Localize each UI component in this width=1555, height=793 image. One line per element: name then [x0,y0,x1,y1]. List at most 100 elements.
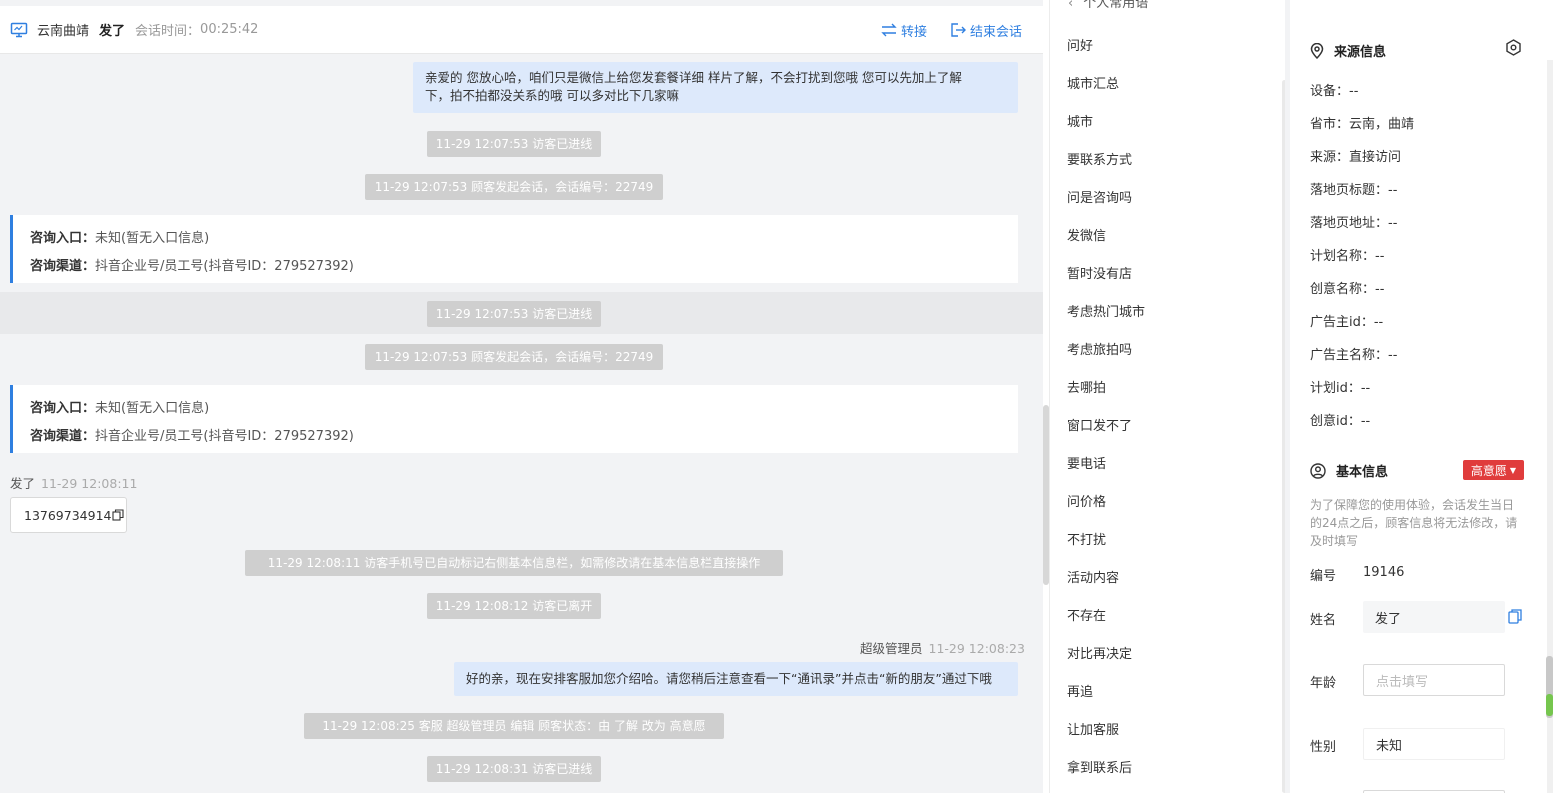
copy-icon[interactable] [112,509,125,521]
hexagon-settings-icon[interactable] [1505,39,1522,60]
location-pin-icon [1310,42,1324,59]
age-field[interactable]: 点击填写 [1363,664,1505,696]
message-line: 下，拍不拍都没关系的哦 可以多对比下几家嘛 [425,88,679,103]
chat-header: 云南曲靖 发了 会话时间： 00:25:42 转接 结束会话 [0,6,1043,54]
system-message: 11-29 12:08:25 客服 超级管理员 编辑 顾客状态：由 了解 改为 … [304,713,724,739]
phrase-item[interactable]: 问好 [1067,35,1093,54]
sender-name: 超级管理员 [860,641,923,656]
phrase-group-header[interactable]: ‹ 个人常用语 [1068,0,1148,11]
consult-entry-label: 咨询入口： [30,231,96,246]
phrase-item[interactable]: 要电话 [1067,453,1106,472]
source-creative-id: 创意id：-- [1310,414,1371,429]
phrase-item[interactable]: 再追 [1067,681,1093,700]
phrase-item[interactable]: 让加客服 [1067,719,1119,738]
message-line: 亲爱的 您放心哈，咱们只是微信上给您发套餐详细 样片了解，不会打扰到您哦 您可以… [425,70,962,85]
name-field[interactable]: 发了 [1363,601,1505,633]
transfer-icon [881,23,897,37]
name-label: 姓名 [1310,613,1337,628]
source-province: 省市：云南，曲靖 [1310,117,1415,132]
phrase-group-title: 个人常用语 [1083,0,1149,11]
transfer-button[interactable]: 转接 [881,6,927,54]
sender-name: 发了 [10,476,36,491]
visitor-location: 云南曲靖 [37,24,90,39]
phrase-item[interactable]: 要联系方式 [1067,149,1132,168]
phrase-item[interactable]: 问价格 [1067,491,1106,510]
system-message: 11-29 12:08:11 访客手机号已自动标记右侧基本信息栏，如需修改请在基… [245,550,783,576]
phone-number: 13769734914 [24,507,112,523]
system-message: 11-29 12:08:31 访客已进线 [427,756,601,782]
monitor-icon [10,21,28,39]
source-landing-url: 落地页地址：-- [1310,216,1398,231]
scroll-indicator [1546,694,1553,716]
sender-time: 11-29 12:08:23 [928,641,1025,656]
transfer-label: 转接 [901,24,928,40]
phrase-item[interactable]: 窗口发不了 [1067,415,1132,434]
agent-sender: 超级管理员 11-29 12:08:23 [860,638,1025,657]
caret-down-icon: ▼ [1509,465,1517,475]
gender-select[interactable]: 未知 [1363,728,1505,760]
quick-phrase-pane: ‹ 个人常用语 问好 城市汇总 城市 要联系方式 问是咨询吗 发微信 暂时没有店 … [1049,0,1285,793]
source-plan-id: 计划id：-- [1310,381,1371,396]
visitor-name: 发了 [99,24,126,39]
system-message: 11-29 12:07:53 顾客发起会话，会话编号：22749 [365,344,663,370]
section-title: 基本信息 [1336,465,1389,480]
phrase-item[interactable]: 不存在 [1067,605,1106,624]
phrase-item[interactable]: 拿到联系后 [1067,757,1132,776]
copy-icon[interactable] [1508,609,1522,628]
visitor-sender: 发了 11-29 12:08:11 [10,473,137,492]
visitor-info-pane: 来源信息 设备：-- 省市：云南，曲靖 来源：直接访问 落地页标题：-- 落地页… [1290,0,1555,793]
consult-channel-label: 咨询渠道： [30,429,96,444]
consult-channel-value: 抖音企业号/员工号(抖音号ID：279527392) [95,429,354,444]
basic-info-title: 基本信息 [1310,461,1388,480]
chevron-left-icon: ‹ [1068,0,1074,11]
end-session-label: 结束会话 [970,24,1023,40]
phrase-item[interactable]: 去哪拍 [1067,377,1106,396]
consult-entry-row: 咨询入口：未知(暂无入口信息) [30,225,1018,253]
consult-channel-row: 咨询渠道：抖音企业号/员工号(抖音号ID：279527392) [30,423,1018,451]
chat-pane: 云南曲靖 发了 会话时间： 00:25:42 转接 结束会话 亲爱的 您放心哈，… [0,0,1043,793]
phrase-item[interactable]: 考虑旅拍吗 [1067,339,1132,358]
system-message: 11-29 12:07:53 访客已进线 [427,131,601,157]
phrase-item[interactable]: 活动内容 [1067,567,1119,586]
session-time: 00:25:42 [200,22,259,37]
phrase-item[interactable]: 问是咨询吗 [1067,187,1132,206]
source-advertiser-id: 广告主id：-- [1310,315,1384,330]
id-value: 19146 [1363,565,1405,580]
phrase-item[interactable]: 暂时没有店 [1067,263,1132,282]
phrase-item[interactable]: 城市 [1067,111,1093,130]
phrase-item[interactable]: 城市汇总 [1067,73,1119,92]
system-message: 11-29 12:07:53 顾客发起会话，会话编号：22749 [365,174,663,200]
source-info-title: 来源信息 [1310,41,1386,60]
edit-notice: 为了保障您的使用体验，会话发生当日的24点之后，顾客信息将无法修改，请及时填写 [1310,498,1518,548]
consult-channel-row: 咨询渠道：抖音企业号/员工号(抖音号ID：279527392) [30,253,1018,281]
phrase-item[interactable]: 不打扰 [1067,529,1106,548]
source-landing-title: 落地页标题：-- [1310,183,1398,198]
system-message: 11-29 12:07:53 访客已进线 [427,301,601,327]
consult-info-card: 咨询入口：未知(暂无入口信息) 咨询渠道：抖音企业号/员工号(抖音号ID：279… [10,385,1018,453]
session-time-label: 会话时间： [135,24,201,39]
end-session-button[interactable]: 结束会话 [951,6,1022,54]
consult-entry-label: 咨询入口： [30,401,96,416]
gender-value: 未知 [1376,738,1403,754]
phrase-item[interactable]: 对比再决定 [1067,643,1132,662]
intent-level-dropdown[interactable]: 高意愿 ▼ [1463,460,1524,480]
source-plan-name: 计划名称：-- [1310,249,1385,264]
visitor-phone-message[interactable]: 13769734914 [10,497,127,533]
consult-entry-value: 未知(暂无入口信息) [95,401,210,416]
phrase-item[interactable]: 考虑热门城市 [1067,301,1145,320]
source-origin: 来源：直接访问 [1310,150,1402,165]
source-device: 设备：-- [1310,84,1359,99]
consult-entry-row: 咨询入口：未知(暂无入口信息) [30,395,1018,423]
system-message: 11-29 12:08:12 访客已离开 [427,593,601,619]
name-value: 发了 [1375,611,1402,627]
phrase-item[interactable]: 发微信 [1067,225,1106,244]
source-advertiser-name: 广告主名称：-- [1310,348,1398,363]
agent-message: 好的亲，现在安排客服加您介绍哈。请您稍后注意查看一下“通讯录”并点击“新的朋友”… [454,662,1018,696]
section-title: 来源信息 [1334,45,1387,60]
source-creative-name: 创意名称：-- [1310,282,1385,297]
id-label: 编号 [1310,569,1337,584]
exit-icon [951,23,966,37]
gender-label: 性别 [1310,740,1337,755]
agent-message: 亲爱的 您放心哈，咱们只是微信上给您发套餐详细 样片了解，不会打扰到您哦 您可以… [413,62,1018,113]
intent-level-value: 高意愿 [1470,463,1507,478]
